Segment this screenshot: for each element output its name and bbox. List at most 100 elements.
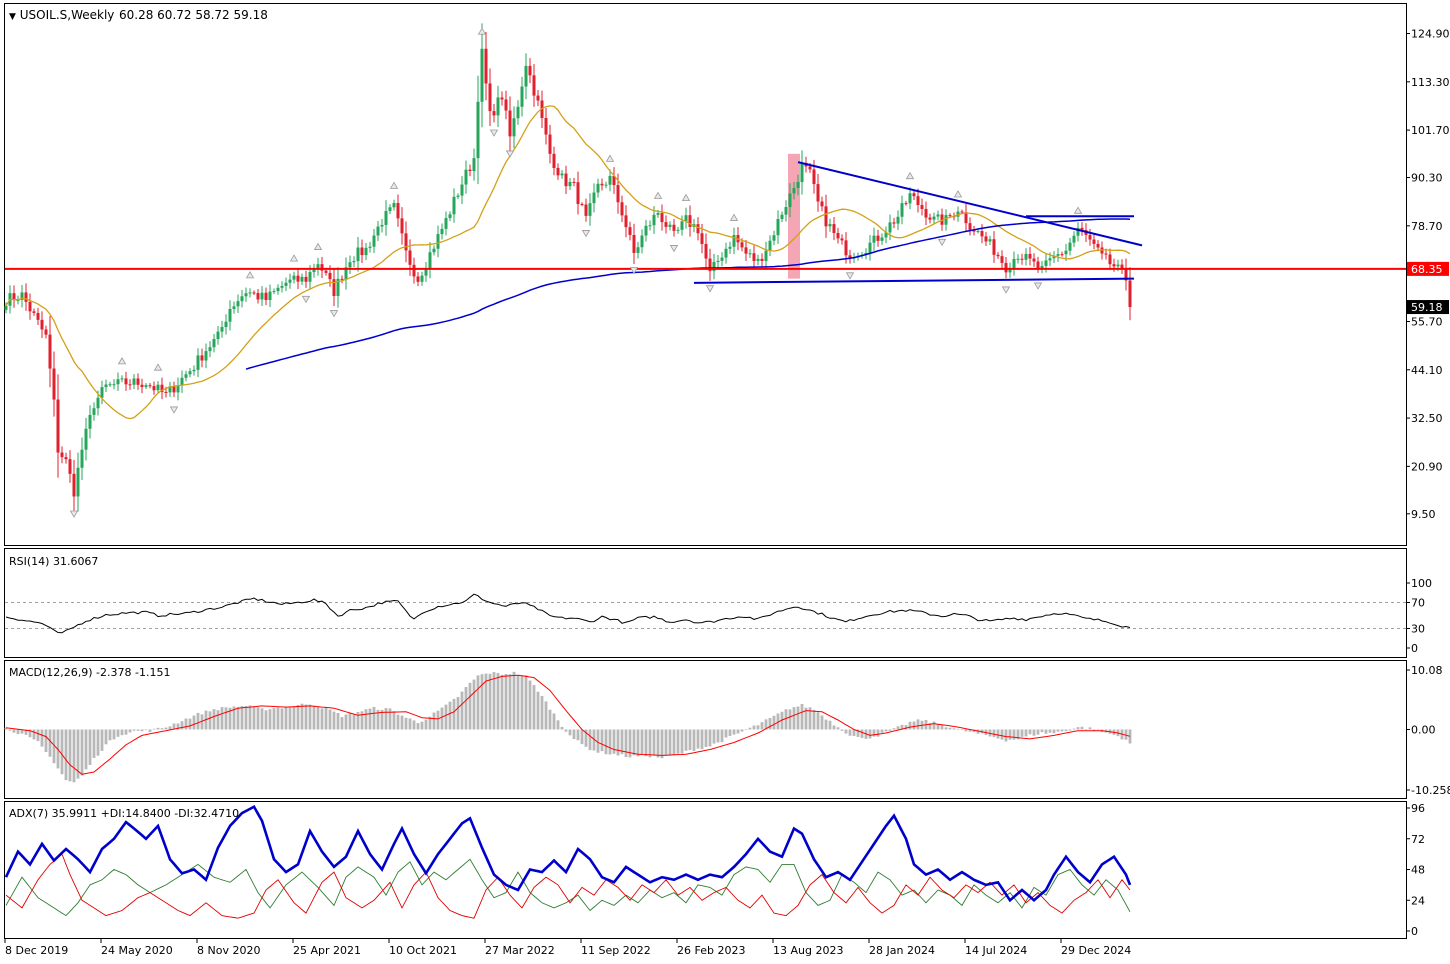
candle-body: [924, 208, 928, 218]
candle-body: [1060, 254, 1064, 256]
price-tick-label: 90.30: [1411, 172, 1443, 185]
candle-body: [1064, 250, 1068, 255]
macd-bar: [316, 706, 320, 730]
macd-bar: [396, 714, 400, 730]
macd-bar: [816, 712, 820, 730]
macd-bar: [588, 729, 592, 751]
macd-bar: [44, 729, 48, 753]
macd-bar: [32, 729, 36, 740]
macd-bar: [896, 726, 900, 730]
macd-bar: [404, 717, 408, 730]
candle-body: [876, 235, 880, 241]
macd-bar: [1000, 729, 1004, 740]
rsi-tick-label: 70: [1411, 597, 1425, 610]
candle-body: [444, 218, 448, 229]
candle-body: [772, 235, 776, 241]
candle-body: [892, 222, 896, 224]
candle-body: [1024, 253, 1028, 260]
macd-bar: [504, 673, 508, 730]
chart-menu-arrow[interactable]: ▼: [9, 12, 16, 22]
adx-tick-label: 0: [1411, 925, 1418, 938]
candle-body: [844, 240, 848, 256]
macd-bar: [1096, 729, 1100, 731]
candle-body: [248, 292, 252, 294]
candle-body: [888, 222, 892, 233]
date-tick-label: 13 Aug 2023: [773, 944, 843, 957]
macd-bar: [616, 729, 620, 756]
price-tick-label: 101.70: [1411, 124, 1450, 137]
macd-bar: [96, 729, 100, 756]
macd-bar: [384, 708, 388, 730]
candle-body: [44, 329, 48, 335]
candle-body: [700, 233, 704, 245]
candle-body: [176, 385, 180, 393]
macd-bar: [292, 706, 296, 730]
last-price-tag: 59.18: [1407, 300, 1449, 315]
candle-body: [644, 225, 648, 236]
candle-body: [668, 224, 672, 227]
macd-bar: [208, 711, 212, 730]
macd-bar: [184, 718, 188, 730]
macd-bar: [868, 729, 872, 739]
macd-bar: [72, 729, 76, 783]
rsi-tick-label: 100: [1411, 577, 1432, 590]
candle-body: [68, 459, 72, 474]
candle-body: [100, 387, 104, 398]
macd-bar: [668, 729, 672, 756]
macd-bar: [400, 715, 404, 730]
macd-bar: [568, 729, 572, 736]
candle-body: [724, 248, 728, 258]
macd-bar: [288, 707, 292, 730]
macd-bar: [716, 729, 720, 743]
adx-tick-label: 24: [1411, 894, 1425, 907]
candle-body: [764, 250, 768, 261]
macd-bar: [688, 729, 692, 751]
macd-bar: [16, 729, 20, 735]
macd-bar: [544, 701, 548, 730]
macd-bar: [1032, 729, 1036, 736]
macd-bar: [324, 707, 328, 730]
macd-bar: [720, 729, 724, 743]
candle-body: [836, 233, 840, 239]
macd-bar: [412, 720, 416, 730]
price-title-symbol: ▼ USOIL.S,Weekly: [9, 8, 114, 22]
last-tag-label: 59.18: [1411, 301, 1443, 314]
macd-bar: [284, 706, 288, 730]
macd-bar: [508, 674, 512, 730]
macd-bar: [216, 710, 220, 730]
candle-body: [552, 153, 556, 168]
candle-body: [1116, 264, 1120, 267]
macd-bar: [36, 729, 40, 742]
candle-body: [960, 211, 964, 213]
candle-body: [212, 339, 216, 348]
candle-body: [900, 203, 904, 217]
macd-bar: [948, 727, 952, 730]
candle-body: [76, 467, 80, 497]
macd-bar: [536, 691, 540, 730]
candle-body: [656, 213, 660, 215]
candle-body: [760, 258, 764, 261]
candle-body: [948, 215, 952, 217]
macd-bar: [548, 709, 552, 730]
macd-bar: [844, 729, 848, 734]
candle-body: [828, 224, 832, 227]
macd-bar: [564, 729, 568, 732]
macd-bar: [760, 722, 764, 730]
macd-bar: [352, 713, 356, 730]
macd-bar: [1048, 729, 1052, 733]
macd-bar: [448, 701, 452, 730]
macd-bar: [540, 695, 544, 730]
candle-body: [768, 240, 772, 251]
macd-bar: [796, 706, 800, 730]
macd-bar: [128, 729, 132, 733]
macd-bar: [360, 711, 364, 730]
macd-bar: [652, 729, 656, 756]
macd-tick-label: -10.258: [1411, 784, 1450, 797]
candle-body: [932, 216, 936, 220]
macd-bar: [88, 729, 92, 765]
candle-body: [408, 250, 412, 265]
macd-bar: [368, 708, 372, 730]
candle-body: [720, 257, 724, 261]
macd-bar: [996, 729, 1000, 739]
candle-body: [520, 86, 524, 107]
